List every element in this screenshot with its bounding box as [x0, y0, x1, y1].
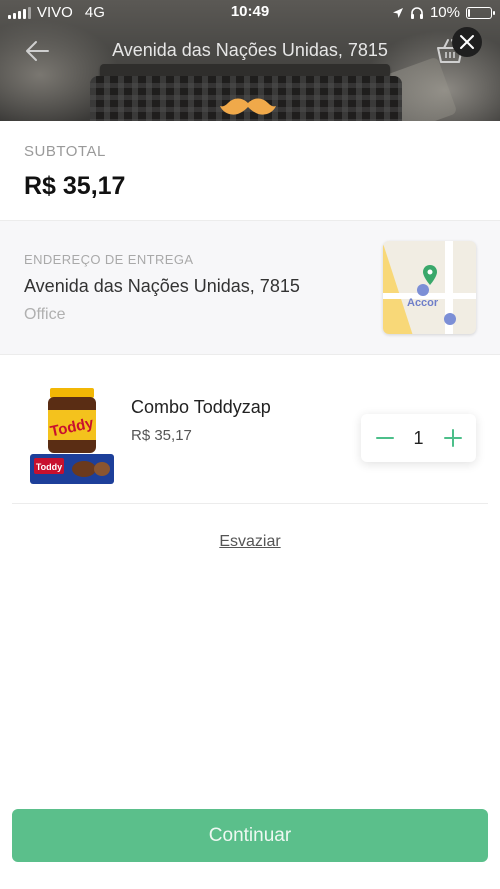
status-bar: VIVO 4G 10:49 10% — [0, 0, 500, 26]
headphones-icon — [410, 7, 423, 19]
map-thumbnail[interactable]: Accor — [383, 241, 476, 334]
close-button[interactable] — [452, 27, 482, 57]
close-icon — [460, 35, 474, 49]
subtotal-section: SUBTOTAL R$ 35,17 — [0, 121, 500, 221]
header: VIVO 4G 10:49 10% Avenida das Nações Uni… — [0, 0, 500, 121]
arrow-left-icon[interactable] — [22, 36, 52, 66]
svg-text:Toddy: Toddy — [36, 462, 62, 472]
quantity-stepper: 1 — [361, 414, 476, 462]
map-road — [383, 241, 421, 334]
empty-cart-link[interactable]: Esvaziar — [219, 533, 280, 550]
mustache-logo-icon — [220, 98, 276, 115]
item-price: R$ 35,17 — [131, 427, 192, 444]
battery-percent: 10% — [429, 4, 460, 21]
delivery-complement: Office — [24, 306, 66, 323]
delivery-address-section[interactable]: ENDEREÇO DE ENTREGA Avenida das Nações U… — [0, 221, 500, 355]
plus-icon[interactable] — [441, 426, 465, 450]
list-item: Toddy Toddy Combo Toddyzap R$ 35,17 1 — [12, 370, 488, 504]
product-image: Toddy Toddy — [30, 388, 114, 484]
continue-button[interactable]: Continuar — [12, 809, 488, 862]
quantity-value: 1 — [413, 428, 424, 448]
location-arrow-icon — [392, 7, 403, 18]
delivery-street: Avenida das Nações Unidas, 7815 — [24, 276, 300, 296]
map-poi-icon — [444, 313, 456, 325]
subtotal-label: SUBTOTAL — [24, 143, 106, 160]
map-pin-icon — [423, 265, 437, 285]
map-poi-label: Accor — [407, 297, 439, 309]
empty-cart-container: Esvaziar — [0, 533, 500, 551]
delivery-address-label: ENDEREÇO DE ENTREGA — [24, 252, 194, 267]
page-title: Avenida das Nações Unidas, 7815 — [112, 40, 388, 60]
battery-icon — [466, 6, 495, 19]
subtotal-value: R$ 35,17 — [24, 172, 126, 200]
map-poi-icon — [417, 284, 429, 296]
minus-icon[interactable] — [373, 426, 397, 450]
item-name: Combo Toddyzap — [131, 397, 271, 417]
battery-fill — [468, 8, 470, 17]
